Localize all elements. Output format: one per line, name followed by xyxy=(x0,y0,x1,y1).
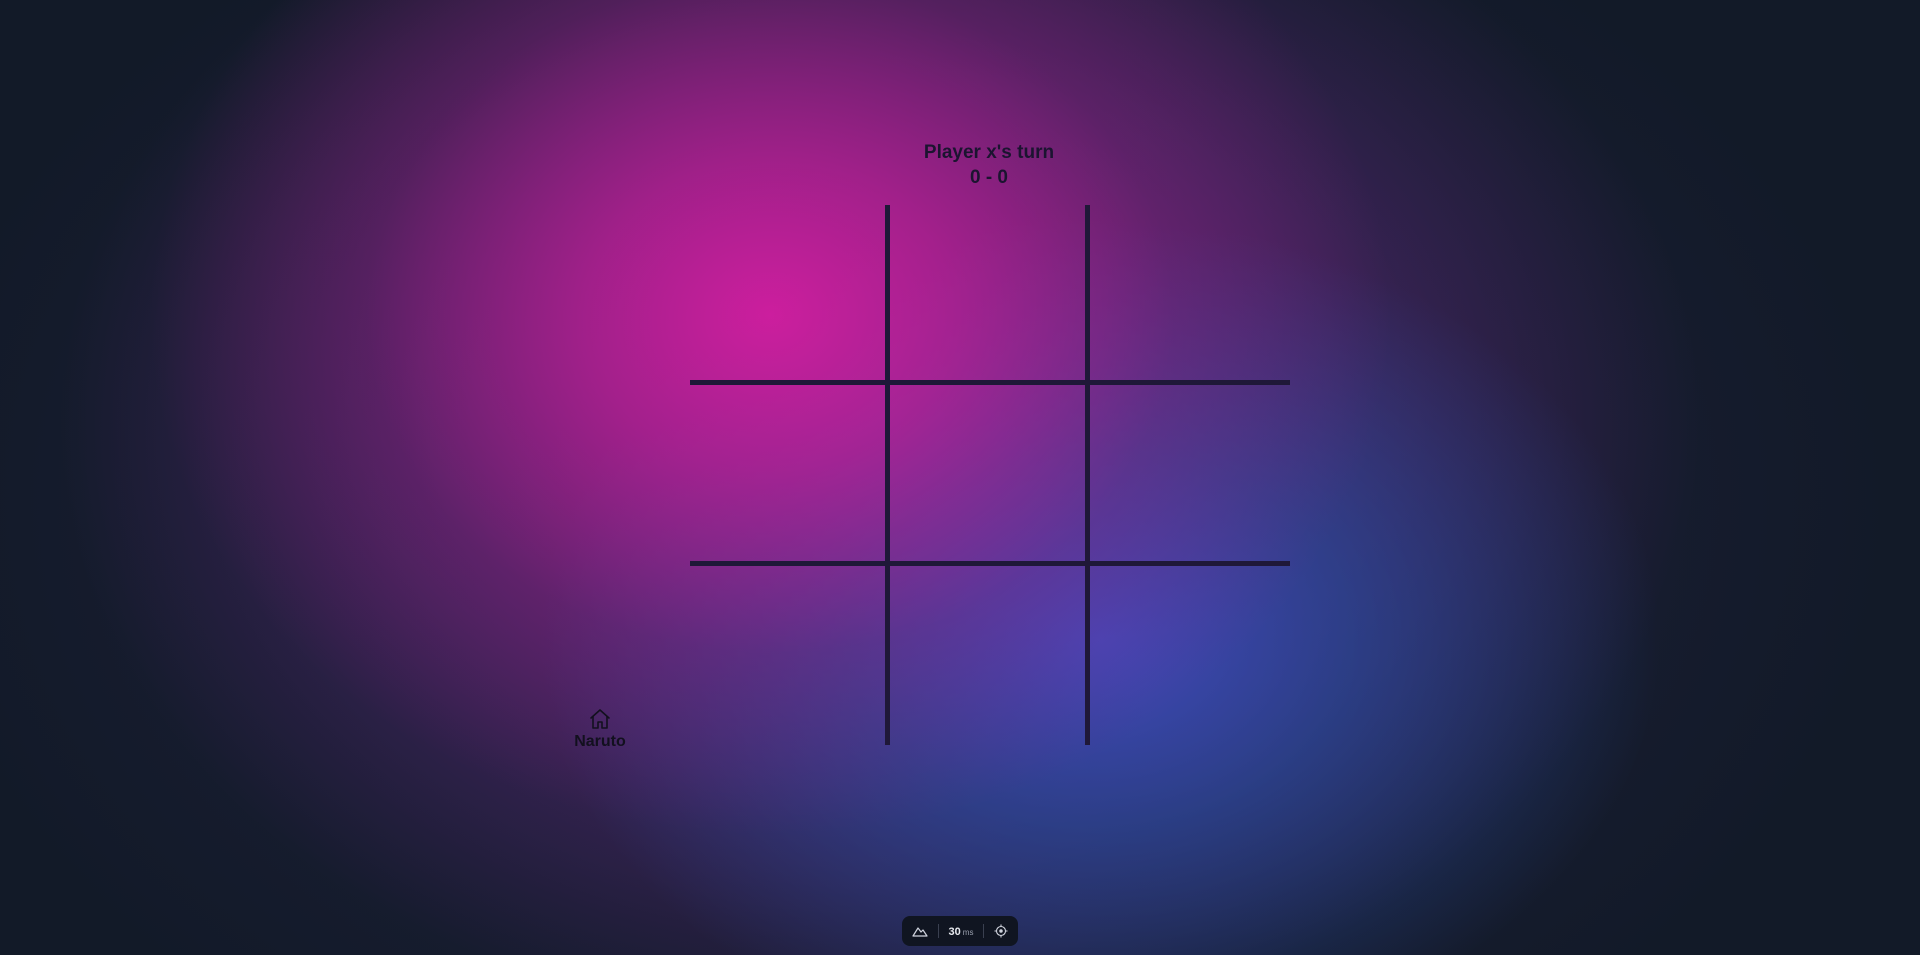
grid-line-vertical-2 xyxy=(1085,205,1090,745)
board-cell-9[interactable] xyxy=(1090,567,1286,743)
game-status: Player x's turn 0 - 0 xyxy=(889,140,1089,190)
score-display: 0 - 0 xyxy=(969,167,1009,188)
board-cell-5[interactable] xyxy=(890,386,1086,562)
latency-value: 30 xyxy=(948,926,961,938)
performance-toolbar: 30 ms xyxy=(902,916,1018,946)
turn-indicator: Player x's turn xyxy=(923,142,1055,163)
latency-readout: 30 ms xyxy=(949,922,974,940)
board-cell-2[interactable] xyxy=(890,205,1086,381)
grid-line-horizontal-1 xyxy=(690,380,1290,385)
board-cell-7[interactable] xyxy=(690,567,886,743)
crosshair-icon[interactable] xyxy=(994,924,1008,938)
grid-line-vertical-1 xyxy=(885,205,890,745)
grid-line-horizontal-2 xyxy=(690,561,1290,566)
board-cell-8[interactable] xyxy=(890,567,1086,743)
board-cell-6[interactable] xyxy=(1090,386,1286,562)
home-button[interactable]: Naruto xyxy=(570,707,630,751)
toolbar-divider xyxy=(937,924,939,938)
toolbar-divider xyxy=(983,924,985,938)
home-icon xyxy=(570,707,630,731)
mountain-icon[interactable] xyxy=(912,925,928,937)
board-cell-1[interactable] xyxy=(690,205,886,381)
latency-unit: ms xyxy=(962,928,974,937)
board-cell-3[interactable] xyxy=(1090,205,1286,381)
home-label: Naruto xyxy=(574,733,626,750)
board-cell-4[interactable] xyxy=(690,386,886,562)
tic-tac-toe-board xyxy=(690,205,1290,745)
